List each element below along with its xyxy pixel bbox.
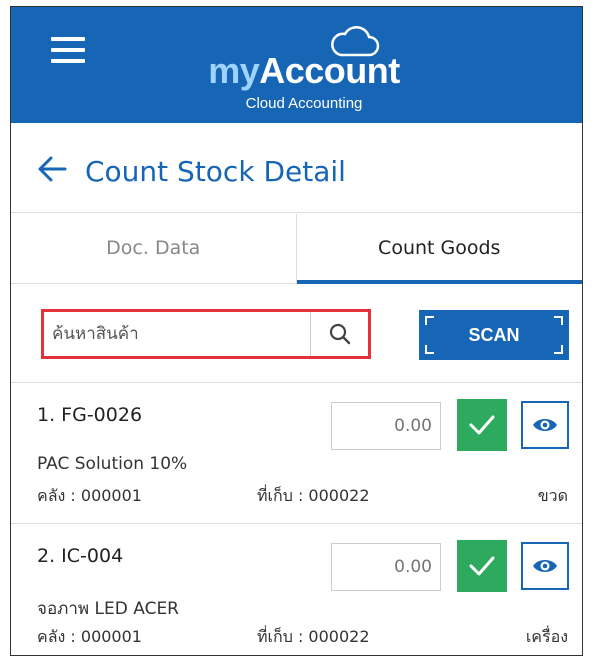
eye-icon: [533, 560, 557, 572]
search-button[interactable]: [310, 312, 368, 356]
magnifier-icon: [329, 323, 350, 345]
item-warehouse: คลัง : 000001: [37, 486, 142, 505]
quantity-input[interactable]: [331, 543, 441, 591]
checkmark-icon: [469, 556, 495, 576]
search-section: SCAN: [11, 285, 582, 383]
logo-subtitle: Cloud Accounting: [245, 95, 363, 112]
scan-label: SCAN: [468, 324, 520, 345]
app-frame: myAccount Cloud Accounting Count Stock D…: [10, 6, 583, 656]
item-name: จอภาพ LED ACER: [37, 599, 179, 619]
list-item: 1. FG-0026 PAC Solution 10% คลัง : 00000…: [11, 384, 582, 524]
logo-account: Account: [259, 50, 400, 91]
view-button[interactable]: [521, 542, 569, 590]
arrow-left-icon[interactable]: [37, 155, 67, 183]
hamburger-icon: [51, 37, 85, 41]
active-tab-indicator: [296, 280, 582, 284]
item-name: PAC Solution 10%: [37, 454, 188, 474]
tab-count-goods[interactable]: Count Goods: [296, 214, 582, 284]
search-input[interactable]: [44, 312, 310, 356]
confirm-button[interactable]: [457, 399, 507, 451]
item-warehouse: คลัง : 000001: [37, 627, 142, 646]
view-button[interactable]: [521, 401, 569, 449]
search-box: [41, 309, 371, 359]
scan-button[interactable]: SCAN: [419, 310, 569, 360]
app-bar: myAccount Cloud Accounting: [11, 7, 582, 123]
list-item: 2. IC-004 จอภาพ LED ACER คลัง : 000001 ท…: [11, 525, 582, 655]
tab-doc-data[interactable]: Doc. Data: [11, 214, 297, 284]
item-unit: ขวด: [537, 486, 568, 505]
page-header: Count Stock Detail: [11, 123, 582, 213]
item-code: 1. FG-0026: [37, 404, 143, 426]
confirm-button[interactable]: [457, 540, 507, 592]
item-code: 2. IC-004: [37, 545, 124, 567]
menu-button[interactable]: [51, 37, 85, 63]
tab-label: Count Goods: [378, 237, 501, 259]
page-title: Count Stock Detail: [85, 155, 346, 188]
eye-icon: [533, 419, 557, 431]
item-unit: เครื่อง: [525, 627, 568, 646]
checkmark-icon: [469, 415, 495, 435]
app-logo: myAccount Cloud Accounting: [189, 25, 419, 121]
item-location: ที่เก็บ : 000022: [257, 486, 370, 505]
tab-bar: Doc. Data Count Goods: [11, 214, 582, 284]
logo-my: my: [208, 50, 260, 91]
item-location: ที่เก็บ : 000022: [257, 627, 370, 646]
quantity-input[interactable]: [331, 402, 441, 450]
